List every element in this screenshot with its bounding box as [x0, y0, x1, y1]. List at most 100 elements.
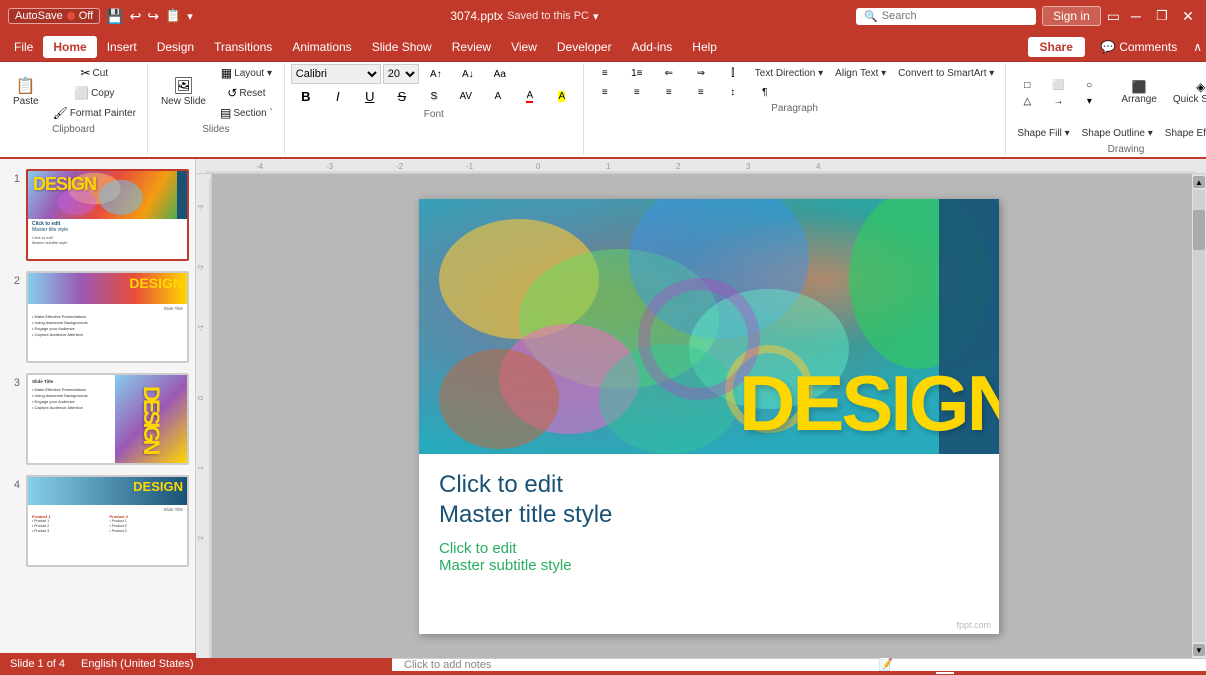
slide-thumb-4[interactable]: 4 DESIGN Slide Title Product 1 • Product…: [4, 473, 191, 569]
shape-outline-button[interactable]: Shape Outline ▾: [1077, 124, 1158, 142]
slide-thumb-3[interactable]: 3 Slide Title • Make Effective Presentat…: [4, 371, 191, 467]
new-slide-button[interactable]: 🖼 New Slide: [154, 64, 213, 122]
line-spacing-button[interactable]: ↕: [718, 84, 748, 101]
signin-button[interactable]: Sign in: [1042, 6, 1101, 26]
search-box[interactable]: 🔍: [856, 8, 1036, 25]
underline-button[interactable]: U: [355, 86, 385, 107]
decrease-indent-button[interactable]: ⇐: [654, 65, 684, 82]
slide-image-2[interactable]: DESIGN Slide Title • Make Effective Pres…: [26, 271, 189, 363]
section-button[interactable]: ▤ Section `: [215, 104, 278, 122]
scroll-thumb[interactable]: [1193, 210, 1205, 250]
menu-item-view[interactable]: View: [501, 36, 547, 58]
menu-item-design[interactable]: Design: [147, 36, 204, 58]
share-button[interactable]: Share: [1028, 37, 1085, 57]
search-input[interactable]: [882, 10, 1028, 22]
quick-styles-button[interactable]: ◈ Quick Styles: [1166, 64, 1206, 122]
slide-main-title[interactable]: Click to edit Master title style: [439, 470, 979, 530]
text-direction-button[interactable]: Text Direction ▾: [750, 64, 828, 82]
align-right-button[interactable]: ≡: [654, 84, 684, 101]
minimize-button[interactable]: ─: [1126, 6, 1146, 26]
justify-button[interactable]: ≡: [686, 84, 716, 101]
cut-button[interactable]: ✂ Cut: [48, 64, 141, 82]
menu-item-transitions[interactable]: Transitions: [204, 36, 282, 58]
menu-item-addins[interactable]: Add-ins: [622, 36, 683, 58]
vertical-scrollbar[interactable]: ▲ ▼: [1192, 174, 1206, 658]
comments-button[interactable]: 💬 Comments: [1093, 37, 1185, 57]
align-text-button[interactable]: Align Text ▾: [830, 64, 891, 82]
font-size-selector[interactable]: 20: [383, 64, 419, 84]
main-slide[interactable]: DESIGN Click to edit Master title style …: [419, 199, 999, 634]
autosave-badge[interactable]: AutoSave Off: [8, 8, 100, 24]
clear-format-button[interactable]: Aa: [485, 66, 515, 83]
increase-font-button[interactable]: A↑: [421, 66, 451, 83]
notes-status-button[interactable]: 📝 Notes: [878, 657, 928, 671]
ribbon-main: 📋 Paste ✂ Cut ⬜ Copy 🖌 Format Painter: [0, 62, 1206, 157]
ribbon-display-icon[interactable]: ▭: [1107, 8, 1120, 25]
shape-circle[interactable]: ○: [1074, 78, 1104, 93]
close-button[interactable]: ✕: [1178, 6, 1198, 26]
presentation-icon[interactable]: 📋: [165, 8, 181, 24]
menu-item-file[interactable]: File: [4, 36, 43, 58]
copy-button[interactable]: ⬜ Copy: [48, 84, 141, 102]
bold-button[interactable]: B: [291, 86, 321, 107]
numbering-button[interactable]: 1≡: [622, 65, 652, 82]
zoom-slider[interactable]: [1073, 661, 1133, 667]
paste-button[interactable]: 📋 Paste: [6, 64, 46, 122]
zoom-out-button[interactable]: −: [1058, 657, 1065, 671]
shadow-button[interactable]: S: [419, 88, 449, 105]
search-icon: 🔍: [864, 10, 878, 23]
undo-icon[interactable]: ↩: [130, 8, 142, 25]
shape-rect2[interactable]: ⬜: [1043, 78, 1073, 93]
align-left-button[interactable]: ≡: [590, 84, 620, 101]
menu-item-developer[interactable]: Developer: [547, 36, 622, 58]
canvas-area[interactable]: DESIGN Click to edit Master title style …: [212, 174, 1206, 658]
menu-item-insert[interactable]: Insert: [97, 36, 147, 58]
strikethrough-button[interactable]: S: [387, 86, 417, 107]
fit-slide-button[interactable]: ⊞: [1186, 657, 1196, 671]
align-center-button[interactable]: ≡: [622, 84, 652, 101]
font-color-button[interactable]: A: [515, 87, 545, 106]
slide-subtitle[interactable]: Click to edit Master subtitle style: [439, 540, 979, 574]
slide-thumb-1[interactable]: 1 DESIGN Click to edit Master t: [4, 167, 191, 263]
font-name-selector[interactable]: Calibri: [291, 64, 381, 84]
scroll-down-button[interactable]: ▼: [1193, 644, 1205, 656]
restore-button[interactable]: ❐: [1152, 6, 1172, 26]
convert-smartart-button[interactable]: Convert to SmartArt ▾: [893, 64, 999, 82]
menu-item-slideshow[interactable]: Slide Show: [362, 36, 442, 58]
shape-triangle[interactable]: △: [1012, 94, 1042, 109]
font-row2: B I U S S AV A A A: [291, 86, 577, 107]
decrease-font-button[interactable]: A↓: [453, 66, 483, 83]
shape-more[interactable]: ▾: [1074, 94, 1104, 109]
slide-thumb-2[interactable]: 2 DESIGN Slide Title • Make Effective Pr…: [4, 269, 191, 365]
arrange-button[interactable]: ⬛ Arrange: [1114, 64, 1164, 122]
slide-text-area[interactable]: Click to edit Master title style Click t…: [419, 454, 999, 634]
menu-item-animations[interactable]: Animations: [282, 36, 361, 58]
reset-button[interactable]: ↺ Reset: [215, 84, 278, 102]
scroll-up-button[interactable]: ▲: [1193, 176, 1205, 188]
shape-effects-button[interactable]: Shape Effects ▾: [1160, 124, 1206, 142]
slide-image-1[interactable]: DESIGN Click to edit Master title style …: [26, 169, 189, 261]
paragraph-spacing-button[interactable]: ¶: [750, 84, 780, 101]
menu-item-review[interactable]: Review: [442, 36, 501, 58]
font-size-up[interactable]: A: [483, 88, 513, 105]
redo-icon[interactable]: ↪: [147, 8, 159, 25]
char-spacing-button[interactable]: AV: [451, 88, 481, 105]
increase-indent-button[interactable]: ⇒: [686, 65, 716, 82]
menu-item-help[interactable]: Help: [682, 36, 727, 58]
slide-image-4[interactable]: DESIGN Slide Title Product 1 • Product 1…: [26, 475, 189, 567]
format-painter-button[interactable]: 🖌 Format Painter: [48, 104, 141, 122]
zoom-in-button[interactable]: +: [1141, 657, 1148, 671]
bullets-button[interactable]: ≡: [590, 65, 620, 82]
shape-fill-button[interactable]: Shape Fill ▾: [1012, 124, 1074, 142]
columns-button[interactable]: ⫿: [718, 65, 748, 82]
menu-item-home[interactable]: Home: [43, 36, 96, 58]
save-icon[interactable]: 💾: [106, 8, 123, 25]
slide-image-3[interactable]: Slide Title • Make Effective Presentatio…: [26, 373, 189, 465]
layout-button[interactable]: ▦ Layout ▾: [215, 64, 278, 82]
shape-rect[interactable]: □: [1012, 78, 1042, 93]
shape-arrow[interactable]: →: [1043, 94, 1073, 109]
ribbon-collapse-icon[interactable]: ∧: [1193, 40, 1202, 54]
italic-button[interactable]: I: [323, 86, 353, 107]
svg-text:-1: -1: [466, 162, 474, 171]
highlight-button[interactable]: A: [547, 88, 577, 105]
